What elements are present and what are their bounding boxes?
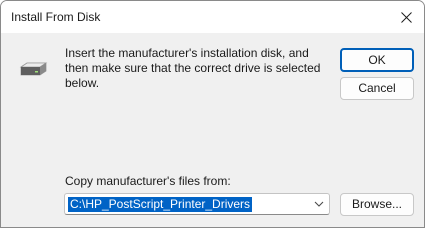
disk-drive-icon [19,62,48,76]
ok-button[interactable]: OK [340,48,414,72]
copy-from-path-input[interactable]: C:\HP_PostScript_Printer_Drivers [68,197,253,212]
browse-button[interactable]: Browse... [340,193,414,216]
copy-from-combobox[interactable]: C:\HP_PostScript_Printer_Drivers [64,193,330,215]
close-button[interactable] [388,1,424,33]
instruction-text: Insert the manufacturer's installation d… [65,46,321,90]
cancel-button[interactable]: Cancel [340,77,414,100]
install-from-disk-dialog: Install From Disk Insert the manufacture… [0,0,425,228]
copy-from-label: Copy manufacturer's files from: [65,174,231,188]
close-icon [401,12,412,23]
dialog-title: Install From Disk [11,10,101,24]
chevron-down-icon[interactable] [314,200,324,208]
title-bar[interactable]: Install From Disk [1,1,424,33]
